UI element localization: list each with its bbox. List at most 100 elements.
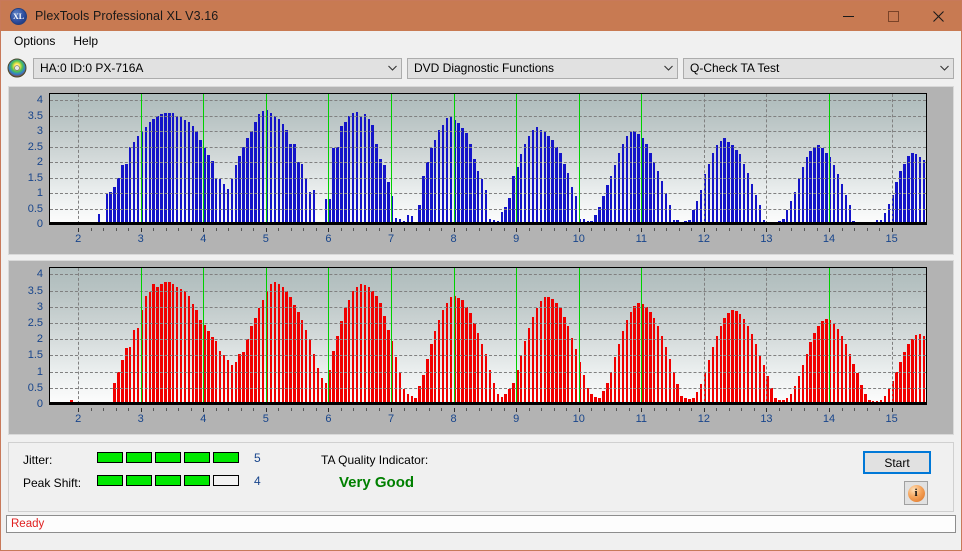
x-axis-minor-tick: [441, 408, 443, 411]
chart-bar: [739, 313, 742, 404]
x-axis-minor-tick: [303, 228, 305, 231]
chart-bar: [735, 310, 738, 404]
chart-bar: [387, 329, 390, 404]
chart-bar: [645, 143, 648, 224]
x-axis-minor-tick: [228, 408, 230, 411]
info-icon: i: [907, 484, 925, 502]
chart-bar: [574, 196, 578, 224]
speed-marker: [578, 268, 580, 404]
x-axis-minor-tick: [103, 408, 105, 411]
chart-bar: [825, 319, 828, 404]
chart-bar: [234, 165, 237, 224]
x-axis-tick-label: 2: [75, 233, 82, 245]
chart-bar: [168, 113, 171, 224]
x-axis-minor-tick: [854, 228, 856, 231]
x-axis-minor-tick: [653, 408, 655, 411]
chart-bar: [907, 155, 910, 224]
chart-bar: [297, 311, 300, 404]
x-axis-tick: [265, 228, 267, 232]
chart-bar: [480, 344, 484, 404]
chart-bar: [739, 154, 742, 224]
x-axis-tick: [328, 408, 330, 412]
title-bar: XL PlexTools Professional XL V3.16: [1, 1, 961, 31]
x-axis-tick-label: 4: [200, 413, 207, 425]
chart-bar: [699, 189, 703, 224]
chart-bar: [477, 171, 480, 224]
x-axis-minor-tick: [240, 228, 242, 231]
chart-bar: [555, 146, 558, 224]
chart-bar: [269, 112, 273, 224]
x-axis-minor-tick: [491, 408, 493, 411]
x-axis-tick: [453, 408, 455, 412]
x-axis-minor-tick: [153, 228, 155, 231]
peakshift-plot-area: [49, 267, 927, 405]
speed-marker: [453, 94, 455, 224]
chart-bar: [477, 332, 480, 404]
x-axis-minor-tick: [290, 228, 292, 231]
info-button[interactable]: i: [904, 481, 928, 505]
meter-segment: [213, 475, 239, 486]
chart-bar: [754, 344, 758, 404]
gridline-horizontal: [50, 290, 926, 292]
x-axis-tick: [578, 228, 580, 232]
function-select[interactable]: DVD Diagnostic Functions: [407, 57, 678, 79]
x-axis-tick-label: 6: [325, 413, 332, 425]
chart-bar: [461, 128, 464, 224]
x-axis-minor-tick: [165, 408, 167, 411]
menu-item-options[interactable]: Options: [8, 32, 63, 51]
menu-item-help[interactable]: Help: [67, 32, 106, 51]
x-axis-minor-tick: [678, 228, 680, 231]
x-axis-minor-tick: [478, 228, 480, 231]
x-axis-tick: [203, 408, 205, 412]
x-axis-tick-label: 15: [885, 233, 898, 245]
x-axis-baseline: [50, 402, 926, 404]
chart-bar: [621, 143, 625, 224]
chart-bar: [735, 149, 738, 224]
x-axis-minor-tick: [866, 228, 868, 231]
maximize-icon[interactable]: [871, 1, 916, 31]
x-axis-minor-tick: [566, 408, 568, 411]
gridline-horizontal: [50, 131, 926, 133]
y-axis-tick-label: 3.5: [27, 109, 43, 122]
chart-bar: [121, 164, 124, 224]
x-axis-minor-tick: [753, 228, 755, 231]
chart-bar: [422, 176, 425, 224]
speed-marker: [140, 268, 142, 404]
x-axis-tick-label: 4: [200, 233, 207, 245]
chart-bar: [434, 140, 437, 224]
x-axis-minor-tick: [803, 228, 805, 231]
x-axis-minor-tick: [879, 228, 881, 231]
x-axis-tick: [140, 408, 142, 412]
meter-segment: [155, 475, 181, 486]
chart-bar: [758, 354, 762, 404]
chart-bar: [336, 336, 339, 404]
x-axis-minor-tick: [378, 408, 380, 411]
x-axis-minor-tick: [528, 408, 530, 411]
chart-bar: [559, 152, 562, 224]
drive-select[interactable]: HA:0 ID:0 PX-716A: [33, 57, 402, 79]
close-icon[interactable]: [916, 1, 961, 31]
chevron-down-icon: [660, 65, 677, 71]
chart-bar: [750, 334, 754, 404]
start-button[interactable]: Start: [863, 451, 931, 474]
x-axis-minor-tick: [816, 228, 818, 231]
chart-bar: [473, 159, 476, 224]
x-axis-tick-label: 11: [635, 413, 648, 425]
chart-bar: [242, 146, 245, 224]
x-axis-minor-tick: [215, 228, 217, 231]
chevron-down-icon: [936, 65, 953, 71]
chart-bar: [915, 154, 918, 224]
function-select-value: DVD Diagnostic Functions: [414, 61, 555, 75]
chart-bar: [746, 325, 750, 404]
minimize-icon[interactable]: [826, 1, 871, 31]
x-axis-tick-label: 13: [760, 413, 773, 425]
x-axis-minor-tick: [478, 408, 480, 411]
chart-bar: [164, 112, 167, 224]
chart-bar: [269, 283, 273, 404]
x-axis-minor-tick: [778, 408, 780, 411]
x-axis-minor-tick: [541, 408, 543, 411]
chart-bar: [566, 172, 570, 224]
test-select[interactable]: Q-Check TA Test: [683, 57, 954, 79]
chart-bar: [316, 367, 320, 404]
x-axis-minor-tick: [403, 228, 405, 231]
